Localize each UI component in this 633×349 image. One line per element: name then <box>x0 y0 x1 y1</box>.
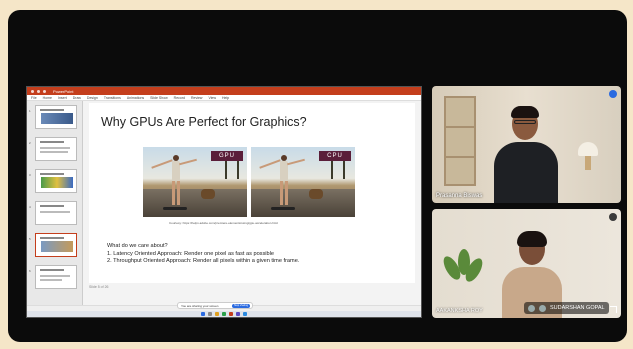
meeting-window: PowerPoint File Home Insert Draw Design … <box>8 10 627 342</box>
folder-icon[interactable] <box>215 312 219 316</box>
ribbon-tab[interactable]: Home <box>43 96 52 100</box>
ribbon-tab[interactable]: Slide Show <box>150 96 168 100</box>
thumb-number: 6 <box>29 269 31 273</box>
ribbon-tab[interactable]: Help <box>222 96 229 100</box>
thumb-number: 5 <box>29 237 31 241</box>
cpu-tag: CPU <box>319 151 351 161</box>
ppt-titlebar: PowerPoint <box>27 87 421 95</box>
participant-video <box>494 106 558 203</box>
ribbon-tabs: File Home Insert Draw Design Transitions… <box>27 95 421 101</box>
stop-sharing-button[interactable]: Stop sharing <box>232 304 250 308</box>
presenter-controls: SUDARSHAN GOPAL <box>524 302 609 314</box>
ribbon-tab[interactable]: Animations <box>127 96 144 100</box>
ribbon-tab[interactable]: Design <box>87 96 98 100</box>
save-icon[interactable] <box>37 89 40 93</box>
taskbar <box>27 311 421 317</box>
ribbon-tab[interactable]: View <box>208 96 216 100</box>
cpu-image: CPU <box>251 147 355 217</box>
slide-body: What do we care about? 1. Latency Orient… <box>107 243 299 266</box>
slide-thumbnail[interactable] <box>35 201 77 225</box>
thumb-number: 3 <box>29 173 31 177</box>
gpu-tag: GPU <box>211 151 243 161</box>
ribbon-tab[interactable]: Record <box>174 96 185 100</box>
more-options-icon[interactable] <box>609 213 617 221</box>
app-title: PowerPoint <box>53 88 74 94</box>
powerpoint-icon[interactable] <box>229 312 233 316</box>
slide-thumbnail[interactable] <box>35 137 77 161</box>
shared-screen: PowerPoint File Home Insert Draw Design … <box>26 86 422 318</box>
start-icon[interactable] <box>201 312 205 316</box>
expand-icon[interactable] <box>610 306 617 313</box>
ribbon-tab[interactable]: Review <box>191 96 202 100</box>
presenter-label: SUDARSHAN GOPAL <box>550 305 605 311</box>
ribbon-tab[interactable]: File <box>31 96 37 100</box>
thumb-number: 2 <box>29 141 31 145</box>
share-notice-text: You are sharing your screen <box>181 304 219 308</box>
participant-name: AAKANKSHA ROY <box>436 308 483 314</box>
slide-title: Why GPUs Are Perfect for Graphics? <box>101 115 307 129</box>
participant-tile[interactable]: AAKANKSHA ROY SUDARSHAN GOPAL <box>432 209 621 318</box>
slide-thumbnails: 1 2 3 4 5 6 <box>27 101 83 305</box>
participant-name: Prasanna Biswas <box>436 193 483 199</box>
mail-icon[interactable] <box>243 312 247 316</box>
slide-thumbnail-active[interactable] <box>35 233 77 257</box>
browser-icon[interactable] <box>222 312 226 316</box>
active-speaker-icon <box>609 90 617 98</box>
thumb-number: 1 <box>29 109 31 113</box>
camera-icon[interactable] <box>539 304 546 312</box>
ribbon-tab[interactable]: Draw <box>73 96 81 100</box>
image-caption: Courtesy: https://helpx.adobe.com/premie… <box>169 221 278 225</box>
participant-tile[interactable]: Prasanna Biswas <box>432 86 621 203</box>
mic-icon[interactable] <box>528 304 535 312</box>
slide-question: What do we care about? <box>107 243 168 249</box>
slide-thumbnail[interactable] <box>35 105 77 129</box>
teams-icon[interactable] <box>236 312 240 316</box>
slide-thumbnail[interactable] <box>35 265 77 289</box>
search-icon[interactable] <box>208 312 212 316</box>
autosave-icon[interactable] <box>31 89 34 93</box>
ribbon-tab[interactable]: Transitions <box>104 96 121 100</box>
slide-canvas[interactable]: Why GPUs Are Perfect for Graphics? GPU C… <box>89 103 415 283</box>
undo-icon[interactable] <box>43 89 46 93</box>
ribbon-tab[interactable]: Insert <box>58 96 67 100</box>
gpu-image: GPU <box>143 147 247 217</box>
thumb-number: 4 <box>29 205 31 209</box>
slide-point: 1. Latency Oriented Approach: Render one… <box>107 250 274 257</box>
share-notice: You are sharing your screen Stop sharing <box>177 302 253 309</box>
slide-thumbnail[interactable] <box>35 169 77 193</box>
slide-point: 2. Throughput Oriented Approach: Render … <box>107 258 300 264</box>
slide-counter: Slide 5 of 26 <box>89 285 109 289</box>
